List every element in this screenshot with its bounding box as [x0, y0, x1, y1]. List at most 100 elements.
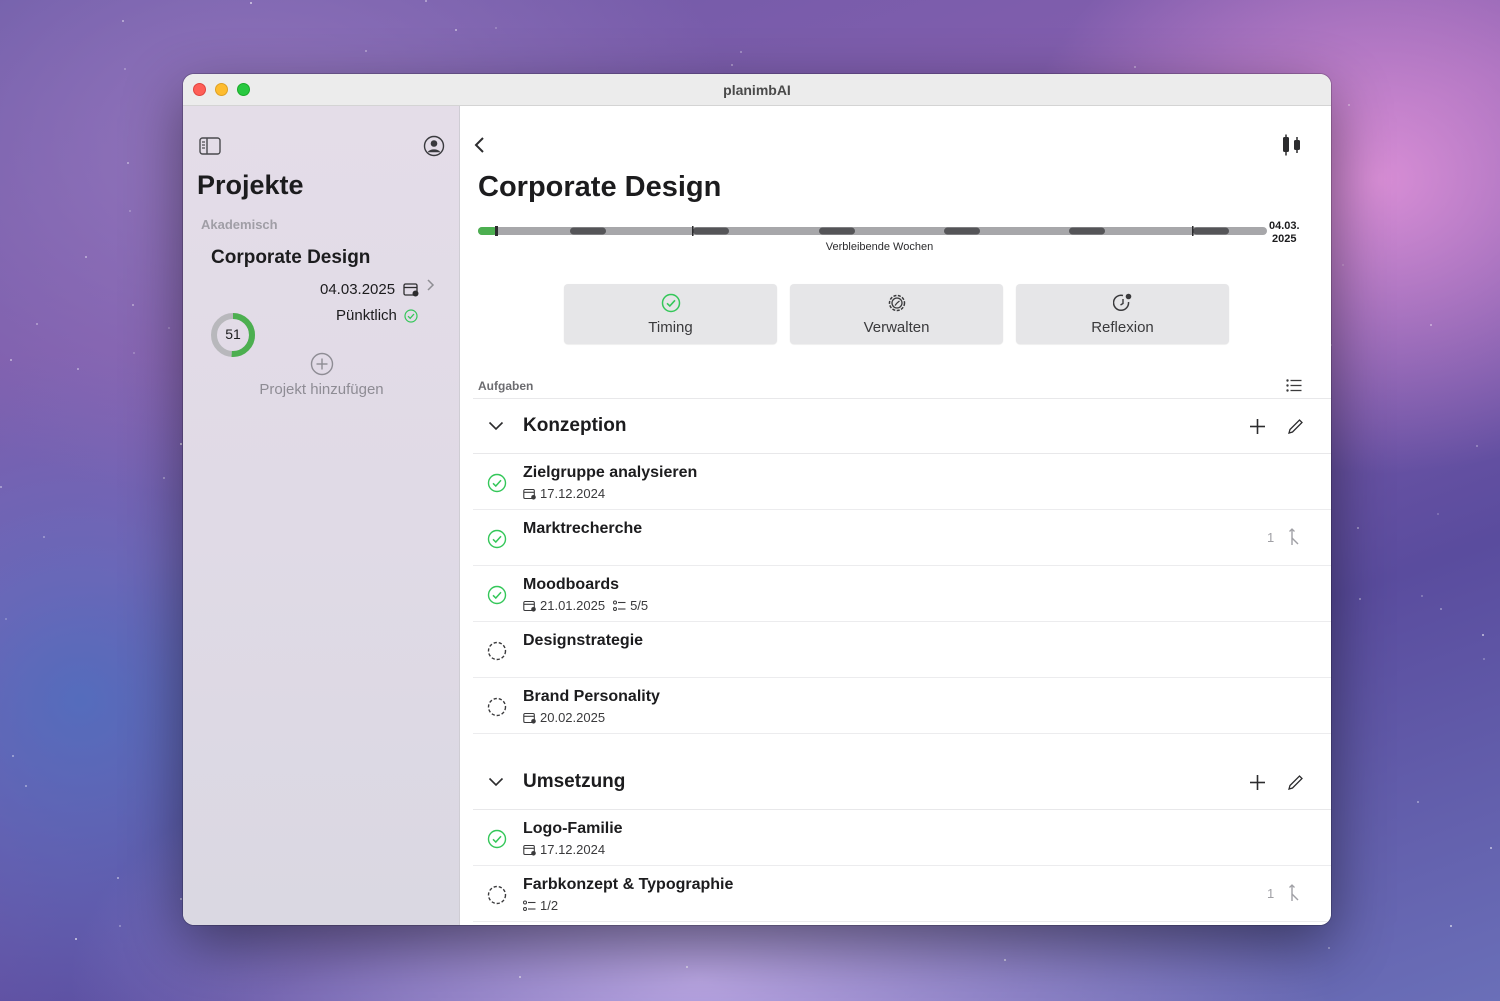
star: [1134, 66, 1136, 68]
star: [12, 755, 14, 757]
project-group-label: Akademisch: [201, 217, 278, 232]
star: [1004, 959, 1006, 961]
task-row[interactable]: Marktrecherche 1: [473, 510, 1331, 566]
dependency-icon[interactable]: [1287, 527, 1301, 547]
star: [1357, 527, 1359, 529]
chevron-down-icon[interactable]: [488, 421, 504, 431]
task-name: Zielgruppe analysieren: [523, 464, 698, 481]
star: [75, 938, 77, 940]
manage-button[interactable]: Verwalten: [790, 284, 1003, 344]
task-done-checkbox-icon[interactable]: [487, 529, 507, 549]
task-done-checkbox-icon[interactable]: [487, 473, 507, 493]
task-date-text: 17.12.2024: [540, 486, 606, 501]
star: [519, 976, 521, 978]
sidebar-title: Projekte: [197, 170, 304, 200]
task-name: Designstrategie: [523, 632, 644, 649]
minimize-window-button[interactable]: [215, 83, 228, 96]
close-window-button[interactable]: [193, 83, 206, 96]
project-date: 04.03.2025: [320, 281, 396, 298]
window-controls: [193, 83, 250, 96]
star: [365, 50, 367, 52]
task-done-checkbox-icon[interactable]: [487, 585, 507, 605]
task-row[interactable]: Zielgruppe analysieren 17.12.2024: [473, 454, 1331, 510]
calendar-icon: [523, 712, 536, 724]
project-name: Corporate Design: [211, 247, 371, 268]
plus-icon[interactable]: [1249, 774, 1266, 791]
task-row[interactable]: Brand Personality 20.02.2025: [473, 678, 1331, 734]
task-open-checkbox-icon[interactable]: [487, 697, 507, 717]
task-date-text: 20.02.2025: [540, 710, 606, 725]
star: [163, 477, 165, 479]
task-group-header[interactable]: Umsetzung: [473, 755, 1331, 810]
tasks-section-label: Aufgaben: [478, 379, 534, 393]
chevron-down-icon[interactable]: [488, 777, 504, 787]
chevron-left-icon[interactable]: [473, 135, 487, 155]
sidebar: Projekte Akademisch Corporate Design 51 …: [183, 106, 460, 925]
reflection-button[interactable]: Reflexion: [1016, 284, 1229, 344]
list-view-icon[interactable]: [1286, 379, 1302, 392]
task-meta: 20.02.2025: [523, 710, 605, 725]
star: [425, 0, 427, 2]
user-account-icon[interactable]: [423, 135, 445, 157]
task-meta: 17.12.2024: [523, 486, 605, 501]
task-row[interactable]: Designstrategie: [473, 622, 1331, 678]
task-date-text: 17.12.2024: [540, 842, 606, 857]
gear-icon: [888, 294, 905, 311]
star: [1440, 608, 1442, 610]
dependency-icon[interactable]: [1287, 883, 1301, 903]
app-window: planimbAI Projekte Akademisch Corporate …: [183, 74, 1331, 925]
title-bar[interactable]: planimbAI: [183, 74, 1331, 106]
star: [1437, 513, 1439, 515]
task-date: 20.02.2025: [523, 710, 605, 725]
star: [250, 2, 252, 4]
task-row[interactable]: Logo-Familie 17.12.2024: [473, 810, 1331, 866]
check-circle-icon: [661, 293, 680, 312]
task-open-checkbox-icon[interactable]: [487, 885, 507, 905]
sidebar-toggle-icon[interactable]: [199, 137, 221, 155]
weeks-timeline: [478, 226, 1267, 236]
task-meta: 21.01.2025 5/5: [523, 598, 648, 613]
calendar-icon: [523, 488, 536, 500]
task-done-checkbox-icon[interactable]: [487, 829, 507, 849]
task-date-text: 21.01.2025: [540, 598, 606, 613]
star: [1359, 598, 1361, 600]
star: [43, 536, 45, 538]
task-date: 17.12.2024: [523, 842, 605, 857]
sliders-icon[interactable]: [1281, 134, 1303, 156]
chevron-right-icon[interactable]: [425, 278, 435, 292]
timing-button[interactable]: Timing: [564, 284, 777, 344]
task-group-header[interactable]: Konzeption: [473, 399, 1331, 454]
star: [133, 352, 135, 354]
timeline-label: Verbleibende Wochen: [825, 241, 934, 253]
task-row[interactable]: Farbkonzept & Typographie 1/2 1: [473, 866, 1331, 922]
add-project-icon[interactable]: [310, 352, 334, 376]
task-group-name: Umsetzung: [523, 771, 626, 792]
zoom-window-button[interactable]: [237, 83, 250, 96]
star: [168, 327, 170, 329]
star: [117, 877, 119, 879]
star: [731, 64, 733, 66]
calendar-icon: [403, 283, 419, 297]
checklist-icon: [523, 900, 536, 911]
task-open-checkbox-icon[interactable]: [487, 641, 507, 661]
task-meta: 17.12.2024: [523, 842, 605, 857]
star: [122, 20, 124, 22]
task-subtasks: 1/2: [523, 898, 558, 913]
star: [1450, 925, 1452, 927]
window-title: planimbAI: [723, 81, 791, 98]
task-date: 17.12.2024: [523, 486, 605, 501]
plus-icon[interactable]: [1249, 418, 1266, 435]
star: [129, 210, 131, 212]
task-name: Marktrecherche: [523, 520, 643, 537]
pencil-icon[interactable]: [1287, 774, 1304, 791]
dependency-count: 1: [1267, 530, 1275, 545]
star: [5, 618, 7, 620]
star: [455, 29, 457, 31]
star: [1490, 847, 1492, 849]
add-project-button[interactable]: Projekt hinzufügen: [183, 381, 460, 398]
task-subtasks-text: 5/5: [630, 598, 649, 613]
pencil-icon[interactable]: [1287, 418, 1304, 435]
task-row[interactable]: Moodboards 21.01.2025 5/5: [473, 566, 1331, 622]
star: [77, 368, 79, 370]
action-buttons: Timing Verwalten Reflexion: [564, 284, 1229, 344]
